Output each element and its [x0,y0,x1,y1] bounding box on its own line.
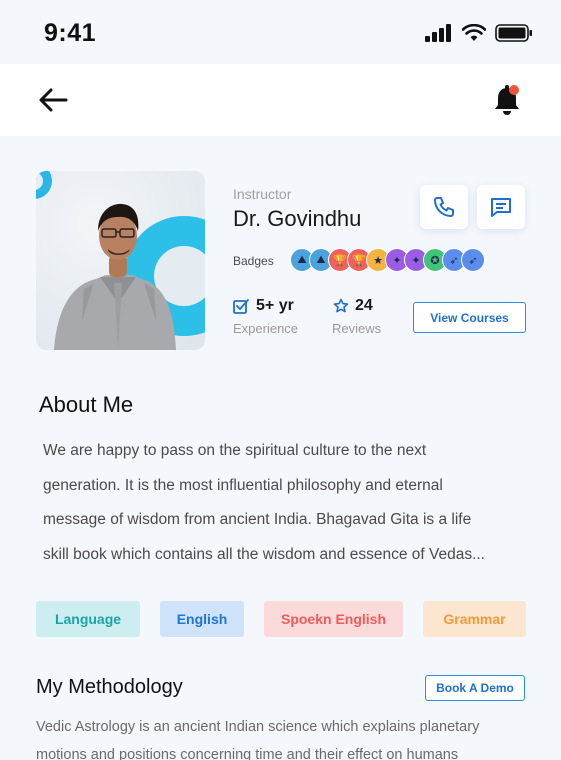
arrow-left-icon [39,88,68,112]
status-time: 9:41 [44,19,97,47]
phone-icon [434,197,454,217]
top-nav-bar [0,64,561,136]
bell-icon [495,85,519,115]
methodology-line: Vedic Astrology is an ancient Indian sci… [36,719,480,735]
about-text: We are happy to pass on the spiritual cu… [43,434,533,572]
instructor-role: Instructor [233,186,292,202]
status-bar: 9:41 [0,0,561,64]
badges-label: Badges [233,254,274,268]
notification-button[interactable] [490,82,524,118]
reviews-value: 24 [355,297,373,314]
rocket-icon: ➶ [461,248,485,272]
methodology-text: Vedic Astrology is an ancient Indian sci… [36,713,536,760]
topic-tags: Language English Spoekn English Grammar [36,601,526,637]
experience-icon [233,299,249,314]
book-demo-button[interactable]: Book A Demo [425,675,525,701]
call-button[interactable] [420,185,468,229]
about-title: About Me [39,392,134,417]
reviews-label: Reviews [332,321,382,336]
message-button[interactable] [477,185,525,229]
notification-dot [509,85,519,95]
star-icon [333,298,349,313]
tag-english[interactable]: English [160,601,244,637]
signal-icon [425,24,451,42]
about-line: generation. It is the most influential p… [43,476,443,494]
chat-icon [491,198,511,217]
about-line: We are happy to pass on the spiritual cu… [43,442,427,459]
about-line: skill book which contains all the wisdom… [43,545,485,563]
battery-icon [495,24,532,42]
status-icons [425,24,533,42]
tag-spoken-english[interactable]: Spoekn English [264,601,403,637]
instructor-name: Dr. Govindhu [233,206,362,231]
badge-list[interactable]: ⛰ ⛰ 🏆 🏆 ★ ✦ ✦ ✪ ➶ ➶ [290,248,485,272]
methodology-line: motions and positions concerning time an… [36,747,459,760]
wifi-icon [462,24,486,41]
back-button[interactable] [36,84,70,116]
view-courses-button[interactable]: View Courses [413,302,526,333]
instructor-photo [36,171,205,350]
about-line: message of wisdom from ancient India. Bh… [43,511,472,528]
experience-label: Experience [233,321,299,336]
methodology-title: My Methodology [36,676,183,698]
tag-grammar[interactable]: Grammar [423,601,526,637]
experience-value: 5+ yr [256,297,294,314]
tag-language[interactable]: Language [36,601,140,637]
